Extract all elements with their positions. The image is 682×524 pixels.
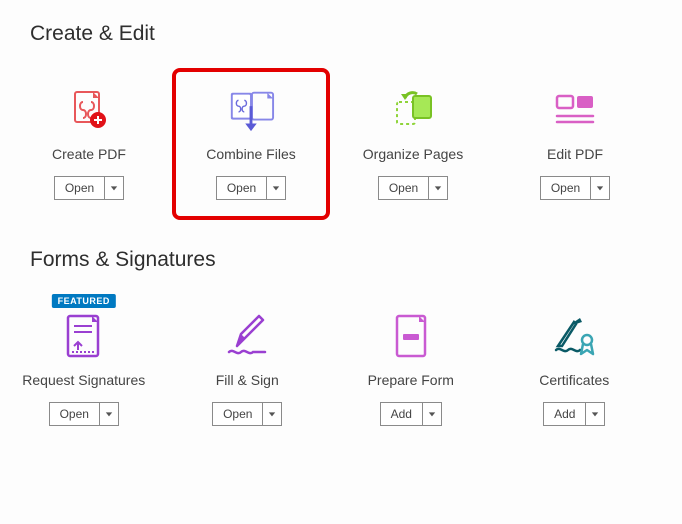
tool-label: Edit PDF bbox=[547, 146, 603, 162]
open-button-combine-files[interactable]: Open bbox=[216, 176, 286, 200]
chevron-down-icon[interactable] bbox=[105, 177, 123, 199]
open-button-organize-pages[interactable]: Open bbox=[378, 176, 448, 200]
button-label: Open bbox=[213, 403, 263, 425]
open-button-fill-sign[interactable]: Open bbox=[212, 402, 282, 426]
button-label: Open bbox=[541, 177, 591, 199]
organize-pages-icon bbox=[389, 86, 437, 134]
tool-organize-pages[interactable]: Organize Pages Open bbox=[334, 68, 492, 220]
tool-prepare-form[interactable]: Prepare Form Add bbox=[331, 294, 491, 446]
tool-request-signatures[interactable]: FEATURED Request Signatures Open bbox=[4, 294, 164, 446]
featured-badge: FEATURED bbox=[52, 294, 116, 308]
tool-row-create-edit: Create PDF Open Co bbox=[28, 68, 654, 220]
chevron-down-icon[interactable] bbox=[423, 403, 441, 425]
chevron-down-icon[interactable] bbox=[267, 177, 285, 199]
edit-pdf-icon bbox=[551, 86, 599, 134]
chevron-down-icon[interactable] bbox=[263, 403, 281, 425]
tool-label: Request Signatures bbox=[22, 372, 145, 388]
tool-label: Organize Pages bbox=[363, 146, 463, 162]
open-button-create-pdf[interactable]: Open bbox=[54, 176, 124, 200]
button-label: Add bbox=[381, 403, 423, 425]
chevron-down-icon[interactable] bbox=[586, 403, 604, 425]
prepare-form-icon bbox=[387, 312, 435, 360]
section-title-create-edit: Create & Edit bbox=[30, 22, 654, 46]
button-label: Open bbox=[217, 177, 267, 199]
combine-files-icon bbox=[227, 86, 275, 134]
tool-label: Certificates bbox=[539, 372, 609, 388]
certificates-icon bbox=[550, 312, 598, 360]
button-label: Open bbox=[50, 403, 100, 425]
tool-certificates[interactable]: Certificates Add bbox=[495, 294, 655, 446]
tool-combine-files[interactable]: Combine Files Open bbox=[172, 68, 330, 220]
tool-label: Fill & Sign bbox=[216, 372, 279, 388]
chevron-down-icon[interactable] bbox=[429, 177, 447, 199]
chevron-down-icon[interactable] bbox=[100, 403, 118, 425]
tool-fill-sign[interactable]: Fill & Sign Open bbox=[168, 294, 328, 446]
create-pdf-icon bbox=[65, 86, 113, 134]
button-label: Open bbox=[55, 177, 105, 199]
open-button-request-signatures[interactable]: Open bbox=[49, 402, 119, 426]
chevron-down-icon[interactable] bbox=[591, 177, 609, 199]
tool-label: Combine Files bbox=[206, 146, 295, 162]
tool-label: Create PDF bbox=[52, 146, 126, 162]
section-title-forms: Forms & Signatures bbox=[30, 248, 654, 272]
open-button-edit-pdf[interactable]: Open bbox=[540, 176, 610, 200]
button-label: Open bbox=[379, 177, 429, 199]
fill-sign-icon bbox=[223, 312, 271, 360]
tool-create-pdf[interactable]: Create PDF Open bbox=[10, 68, 168, 220]
request-signatures-icon bbox=[60, 312, 108, 360]
tool-row-forms: FEATURED Request Signatures Open bbox=[28, 294, 654, 446]
tool-edit-pdf[interactable]: Edit PDF Open bbox=[496, 68, 654, 220]
tool-label: Prepare Form bbox=[368, 372, 454, 388]
add-button-prepare-form[interactable]: Add bbox=[380, 402, 442, 426]
add-button-certificates[interactable]: Add bbox=[543, 402, 605, 426]
button-label: Add bbox=[544, 403, 586, 425]
